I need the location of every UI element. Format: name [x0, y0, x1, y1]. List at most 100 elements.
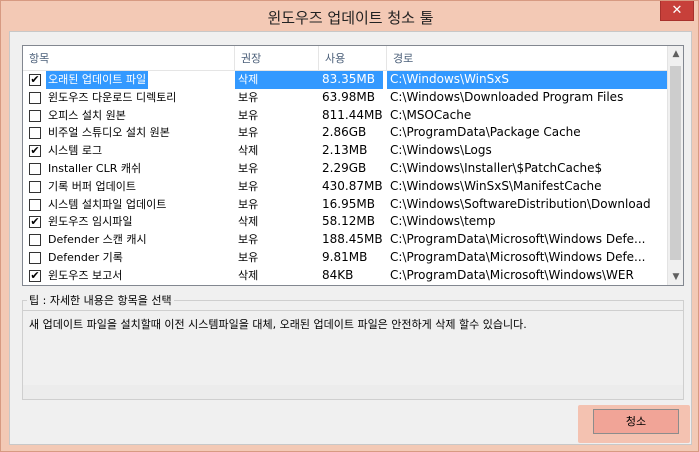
- listview-header: 항목 권장 사용 경로: [23, 46, 669, 71]
- row-usage: 63.98MB: [322, 89, 375, 104]
- row-path: C:\Windows\Downloaded Program Files: [390, 89, 624, 104]
- row-checkbox[interactable]: [29, 252, 41, 264]
- row-path: C:\Windows\Installer\$PatchCache$: [390, 161, 603, 175]
- row-recommend: 보유: [238, 197, 259, 211]
- row-checkbox[interactable]: [29, 180, 41, 193]
- row-recommend: 삭제: [238, 215, 259, 229]
- app-window: 윈도우즈 업데이트 청소 툴 ✕ 항목 권장 사용 경로 ✔ 오래된 업데이트 파…: [0, 0, 699, 452]
- close-button[interactable]: ✕: [660, 1, 694, 21]
- list-row[interactable]: ✔ 윈도우즈 임시파일 삭제 58.12MB C:\Windows\temp: [23, 213, 669, 231]
- row-path: C:\Windows\Logs: [390, 143, 492, 158]
- row-checkbox[interactable]: [29, 198, 41, 211]
- header-usage[interactable]: 사용: [319, 46, 387, 71]
- row-usage: 188.45MB: [322, 232, 383, 247]
- row-checkbox[interactable]: [29, 163, 41, 175]
- row-item-cell: 시스템 설치파일 업데이트: [29, 196, 237, 214]
- row-path: C:\ProgramData\Microsoft\Windows Defe...: [390, 250, 646, 264]
- row-recommend: 보유: [238, 251, 259, 264]
- row-checkbox[interactable]: ✔: [29, 145, 41, 158]
- row-recommend: 삭제: [235, 71, 319, 89]
- tip-group: 팁 : 자세한 내용은 항목을 선택 새 업데이트 파일을 설치할때 이전 시스…: [22, 292, 684, 400]
- row-recommend: 보유: [238, 179, 259, 193]
- vertical-scrollbar[interactable]: ▲ ▼: [667, 46, 683, 285]
- row-item-cell: Installer CLR 캐쉬: [29, 160, 237, 178]
- row-item-cell: 기록 버퍼 업데이트: [29, 178, 237, 196]
- row-item-name: 시스템 로그: [48, 144, 103, 158]
- row-recommend: 보유: [238, 233, 259, 247]
- row-item-cell: 윈도우즈 다운로드 디렉토리: [29, 89, 237, 107]
- scroll-down-arrow-icon[interactable]: ▼: [668, 269, 684, 285]
- row-recommend: 보유: [238, 126, 259, 140]
- list-row[interactable]: Installer CLR 캐쉬 보유 2.29GB C:\Windows\Insta…: [23, 160, 669, 178]
- row-item-name: 기록 버퍼 업데이트: [48, 179, 136, 193]
- list-row[interactable]: 윈도우즈 다운로드 디렉토리 보유 63.98MB C:\Windows\Downlo…: [23, 89, 669, 107]
- tip-footer-strip: [23, 385, 683, 399]
- client-area: 항목 권장 사용 경로 ✔ 오래된 업데이트 파일 삭제 83.35MB C:\Wind…: [9, 31, 692, 445]
- clean-button[interactable]: 청소: [593, 409, 679, 434]
- row-checkbox[interactable]: [29, 91, 41, 104]
- row-item-name: 비주얼 스튜디오 설치 원본: [48, 126, 170, 140]
- listview-body: ✔ 오래된 업데이트 파일 삭제 83.35MB C:\Windows\WinSxS 윈도…: [23, 71, 669, 285]
- row-checkbox[interactable]: ✔: [29, 74, 41, 86]
- row-item-cell: ✔ 윈도우즈 보고서: [29, 267, 237, 285]
- list-row[interactable]: ✔ 오래된 업데이트 파일 삭제 83.35MB C:\Windows\WinSxS: [23, 71, 669, 89]
- row-item-name: Defender 스캔 캐시: [48, 233, 147, 247]
- list-row[interactable]: Defender 스캔 캐시 보유 188.45MB C:\ProgramData\M…: [23, 231, 669, 249]
- scroll-up-arrow-icon[interactable]: ▲: [668, 46, 684, 62]
- row-path: C:\Windows\WinSxS: [387, 71, 669, 89]
- list-row[interactable]: 시스템 설치파일 업데이트 보유 16.95MB C:\Windows\Softwar…: [23, 196, 669, 214]
- row-checkbox[interactable]: ✔: [29, 269, 41, 282]
- list-row[interactable]: 비주얼 스튜디오 설치 원본 보유 2.86GB C:\ProgramData\Pac…: [23, 124, 669, 142]
- row-checkbox[interactable]: [29, 109, 41, 122]
- row-item-cell: ✔ 오래된 업데이트 파일: [29, 71, 237, 89]
- row-usage: 9.81MB: [322, 250, 368, 264]
- row-checkbox[interactable]: ✔: [29, 216, 41, 229]
- list-row[interactable]: 기록 버퍼 업데이트 보유 430.87MB C:\Windows\WinSxS\Ma…: [23, 178, 669, 196]
- tip-description: 새 업데이트 파일을 설치할때 이전 시스템파일을 대체, 오래된 업데이트 파…: [23, 310, 683, 384]
- row-recommend: 보유: [238, 90, 259, 104]
- row-checkbox[interactable]: [29, 127, 41, 140]
- row-item-cell: Defender 스캔 캐시: [29, 231, 237, 249]
- row-usage: 2.29GB: [322, 161, 367, 175]
- header-path[interactable]: 경로: [387, 46, 669, 71]
- title-bar[interactable]: 윈도우즈 업데이트 청소 툴 ✕: [1, 1, 699, 31]
- row-checkbox[interactable]: [29, 234, 41, 247]
- row-item-name: 오피스 설치 원본: [48, 108, 126, 122]
- row-item-cell: ✔ 시스템 로그: [29, 142, 237, 160]
- list-row[interactable]: Defender 기록 보유 9.81MB C:\ProgramData\Micros…: [23, 249, 669, 267]
- list-row[interactable]: ✔ 시스템 로그 삭제 2.13MB C:\Windows\Logs: [23, 142, 669, 160]
- row-recommend: 삭제: [238, 268, 259, 282]
- row-path: C:\ProgramData\Package Cache: [390, 125, 581, 140]
- window-title: 윈도우즈 업데이트 청소 툴: [267, 9, 434, 27]
- row-item-name: 시스템 설치파일 업데이트: [48, 197, 167, 211]
- row-item-cell: ✔ 윈도우즈 임시파일: [29, 213, 237, 231]
- row-path: C:\Windows\SoftwareDistribution\Download: [390, 196, 651, 211]
- row-path: C:\Windows\WinSxS\ManifestCache: [390, 178, 602, 193]
- row-usage: 2.13MB: [322, 143, 368, 158]
- row-item-cell: Defender 기록: [29, 249, 237, 267]
- list-row[interactable]: ✔ 윈도우즈 보고서 삭제 84KB C:\ProgramData\Microsoft\…: [23, 267, 669, 285]
- list-row[interactable]: 오피스 설치 원본 보유 811.44MB C:\MSOCache: [23, 107, 669, 125]
- header-recommend[interactable]: 권장: [235, 46, 319, 71]
- row-path: C:\MSOCache: [390, 107, 472, 122]
- row-item-cell: 오피스 설치 원본: [29, 107, 237, 125]
- row-usage: 58.12MB: [322, 214, 375, 229]
- row-item-name: 윈도우즈 임시파일: [48, 215, 133, 229]
- row-path: C:\ProgramData\Microsoft\Windows\WER: [390, 267, 634, 282]
- row-usage: 811.44MB: [322, 107, 383, 122]
- header-item[interactable]: 항목: [23, 46, 235, 71]
- row-usage: 83.35MB: [319, 71, 383, 89]
- row-recommend: 삭제: [238, 144, 259, 158]
- items-listview[interactable]: 항목 권장 사용 경로 ✔ 오래된 업데이트 파일 삭제 83.35MB C:\Wind…: [22, 45, 684, 286]
- tip-label: 팁 : 자세한 내용은 항목을 선택: [27, 292, 174, 308]
- row-item-name: Defender 기록: [48, 251, 123, 264]
- row-path: C:\ProgramData\Microsoft\Windows Defe...: [390, 232, 646, 247]
- scroll-thumb[interactable]: [670, 66, 681, 260]
- row-item-name: Installer CLR 캐쉬: [48, 162, 142, 175]
- row-item-name: 오래된 업데이트 파일: [46, 71, 149, 89]
- row-usage: 2.86GB: [322, 125, 367, 140]
- row-item-name: 윈도우즈 보고서: [48, 268, 123, 282]
- row-item-cell: 비주얼 스튜디오 설치 원본: [29, 124, 237, 142]
- row-usage: 84KB: [322, 267, 354, 282]
- row-path: C:\Windows\temp: [390, 214, 496, 229]
